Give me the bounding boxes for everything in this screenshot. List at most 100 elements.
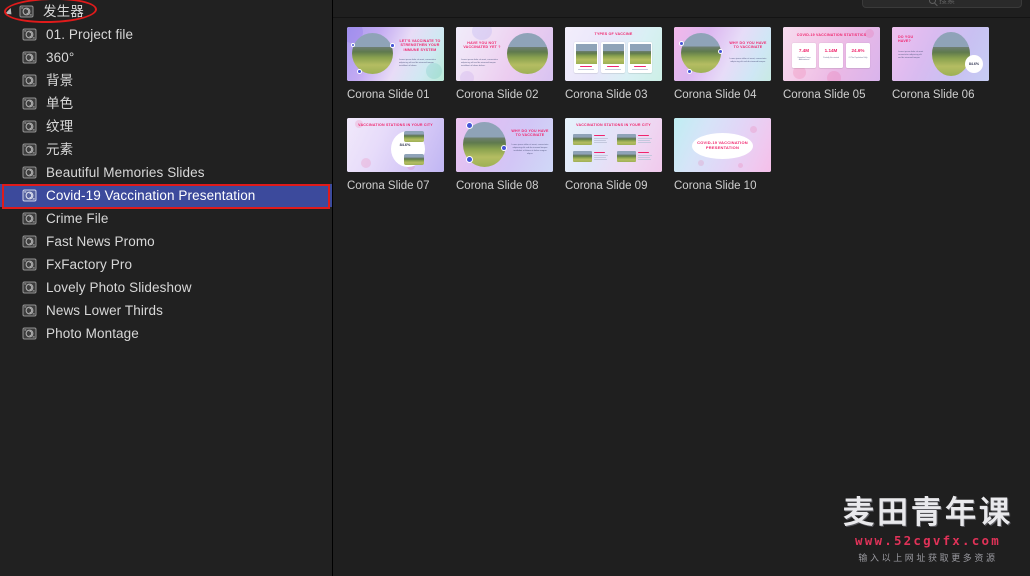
decor-dot (351, 43, 355, 47)
slide-body: Lorem ipsum dolor sit amet, consectetur … (511, 143, 549, 155)
sidebar-item-elements[interactable]: 元素 (0, 138, 332, 161)
stat-card: 24.6% Of The Population Fully (846, 43, 870, 68)
search-input[interactable]: 搜索 (862, 0, 1022, 8)
slide-photo (932, 32, 970, 76)
decor-splotch (738, 162, 743, 168)
stat-card: 7.4M Complete Doses Administered (792, 43, 816, 68)
generator-icon (22, 304, 37, 317)
sidebar-item-beautiful-memories-slides[interactable]: Beautiful Memories Slides (0, 161, 332, 184)
slide-thumbnail[interactable]: VACCINATION STATIONS IN YOUR CITY 84.6% (347, 117, 444, 172)
sidebar-item-label: Photo Montage (46, 325, 139, 341)
sidebar-item-covid-19-vaccination-presentation[interactable]: Covid-19 Vaccination Presentation (0, 184, 332, 207)
sidebar-item-background[interactable]: 背景 (0, 69, 332, 92)
sidebar-item-label: FxFactory Pro (46, 256, 133, 272)
slide-title: COVID-19 VACCINATION STATISTICS (796, 33, 867, 37)
stat-caption: Complete Doses Administered (797, 57, 811, 62)
list-item[interactable]: LET'S VACCINATE TO STRENGTHEN YOUR IMMUN… (347, 27, 456, 102)
slide-photo (507, 33, 548, 74)
generator-icon (22, 143, 37, 156)
slide-body: Lorem ipsum dolor sit amet, consectetur … (399, 59, 436, 68)
slide-thumbnail[interactable]: COVID-19 VACCINATION STATISTICS 7.4M Com… (783, 27, 880, 81)
watermark-brand: 麦田青年课 (843, 495, 1013, 532)
decor-dot (501, 144, 507, 151)
slide-thumbnail[interactable]: COVID-19 VACCINATION PRESENTATION (674, 117, 771, 172)
slide-card (574, 42, 598, 73)
list-item[interactable]: TYPES OF VACCINE Corona Slide 03 (565, 27, 674, 102)
list-item[interactable]: WHY DO YOU HAVE TO VACCINATE Lorem ipsum… (674, 27, 783, 102)
slide-photo (404, 130, 424, 142)
slide-body: Lorem ipsum dolor sit amet, consectetur … (729, 58, 767, 64)
sidebar-item-fast-news-promo[interactable]: Fast News Promo (0, 230, 332, 253)
decor-splotch (698, 159, 704, 166)
slide-title: WHY DO YOU HAVE TO VACCINATE (511, 128, 549, 137)
slide-title: COVID-19 VACCINATION PRESENTATION (697, 139, 748, 150)
sidebar-effects-browser[interactable]: 发生器 01. Project file 360° 背景 单色 纹理 元素 Be… (0, 0, 333, 576)
thumbnail-grid: LET'S VACCINATE TO STRENGTHEN YOUR IMMUN… (333, 18, 1030, 208)
slide-thumbnail[interactable]: TYPES OF VACCINE (565, 27, 662, 81)
generator-icon (22, 327, 37, 340)
sidebar-item-01-project-file[interactable]: 01. Project file (0, 23, 332, 46)
decor-dot (357, 69, 362, 74)
sidebar-item-photo-montage[interactable]: Photo Montage (0, 322, 332, 345)
sidebar-item-label: Fast News Promo (46, 233, 155, 249)
slide-thumbnail[interactable]: WHY DO YOU HAVE TO VACCINATE Lorem ipsum… (674, 27, 771, 81)
sidebar-group-generators[interactable]: 发生器 (0, 0, 332, 23)
decor-splotch (460, 71, 474, 81)
slide-title: VACCINATION STATIONS IN YOUR CITY (358, 122, 433, 127)
thumbnail-caption: Corona Slide 01 (347, 89, 430, 101)
sidebar-item-texture[interactable]: 纹理 (0, 115, 332, 138)
chevron-down-icon[interactable] (6, 6, 18, 18)
slide-photo (352, 33, 393, 74)
stat-value: 1.14M (824, 48, 838, 53)
list-item[interactable]: WHY DO YOU HAVE TO VACCINATE Lorem ipsum… (456, 117, 565, 193)
slide-thumbnail[interactable]: WHY DO YOU HAVE TO VACCINATE Lorem ipsum… (456, 117, 553, 172)
sidebar-item-label: Crime File (46, 210, 109, 226)
watermark-url: www.52cgvfx.com (855, 533, 1001, 548)
sidebar-item-label: 纹理 (46, 118, 74, 134)
search-placeholder: 搜索 (939, 0, 955, 5)
list-item[interactable]: COVID-19 VACCINATION PRESENTATION Corona… (674, 117, 783, 193)
generator-icon (22, 235, 37, 248)
slide-photo (573, 150, 592, 162)
list-item[interactable]: HAVE YOU NOT VACCINATED YET ? Lorem ipsu… (456, 27, 565, 102)
list-item[interactable]: DO YOU HAVE? Lorem ipsum dolor sit amet … (892, 27, 1001, 102)
slide-card (601, 42, 625, 73)
list-item[interactable]: VACCINATION STATIONS IN YOUR CITY Corona… (565, 117, 674, 193)
sidebar-item-label: 360° (46, 49, 75, 65)
sidebar-item-label: 背景 (46, 72, 74, 88)
sidebar-item-lovely-photo-slideshow[interactable]: Lovely Photo Slideshow (0, 276, 332, 299)
sidebar-item-label: 01. Project file (46, 26, 134, 42)
watermark-subtitle: 输入以上网址获取更多资源 (858, 554, 998, 564)
badge-value: 84.6% (968, 62, 980, 66)
sidebar-item-360[interactable]: 360° (0, 46, 332, 69)
thumbnail-caption: Corona Slide 03 (565, 89, 648, 101)
stat-caption: Of The Population Fully (848, 57, 868, 59)
generator-icon (19, 5, 34, 18)
decor-dot (466, 155, 473, 163)
decor-splotch (827, 71, 841, 81)
slide-thumbnail[interactable]: VACCINATION STATIONS IN YOUR CITY (565, 117, 662, 172)
slide-thumbnail[interactable]: DO YOU HAVE? Lorem ipsum dolor sit amet … (892, 27, 989, 81)
decor-splotch (750, 125, 757, 133)
slide-thumbnail[interactable]: LET'S VACCINATE TO STRENGTHEN YOUR IMMUN… (347, 27, 444, 81)
sidebar-item-label: News Lower Thirds (46, 302, 163, 318)
slide-title: VACCINATION STATIONS IN YOUR CITY (576, 122, 651, 127)
list-item[interactable]: VACCINATION STATIONS IN YOUR CITY 84.6% … (347, 117, 456, 193)
sidebar-item-fxfactory-pro[interactable]: FxFactory Pro (0, 253, 332, 276)
generator-icon (22, 166, 37, 179)
generator-icon (22, 189, 37, 202)
slide-body: Lorem ipsum dolor sit amet consectetur a… (898, 51, 924, 60)
stat-caption: Partially Vaccinated (823, 57, 839, 59)
sidebar-item-news-lower-thirds[interactable]: News Lower Thirds (0, 299, 332, 322)
browser-content-panel: 搜索 LET'S VACCINATE TO STRENGTHEN YOUR IM… (333, 0, 1030, 576)
list-item[interactable]: COVID-19 VACCINATION STATISTICS 7.4M Com… (783, 27, 892, 102)
slide-thumbnail[interactable]: HAVE YOU NOT VACCINATED YET ? Lorem ipsu… (456, 27, 553, 81)
generator-icon (22, 28, 37, 41)
slide-photo (681, 33, 721, 73)
decor-dot (390, 43, 395, 48)
sidebar-item-solid-color[interactable]: 单色 (0, 92, 332, 115)
sidebar-item-crime-file[interactable]: Crime File (0, 207, 332, 230)
sidebar-item-label: 元素 (46, 141, 74, 157)
decor-splotch (472, 27, 492, 40)
slide-title: HAVE YOU NOT VACCINATED YET ? (463, 41, 501, 50)
